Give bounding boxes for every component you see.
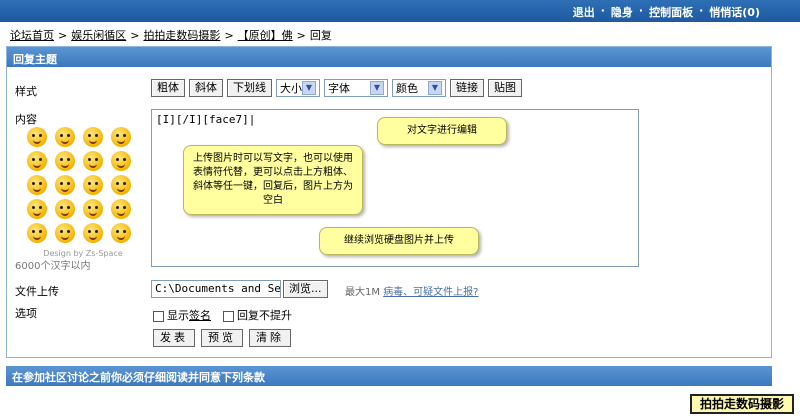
top-nav-bar: 退出 · 隐身 · 控制面板 · 悄悄话(0) xyxy=(0,0,800,22)
show-signature-option[interactable]: 显示签名 xyxy=(153,307,211,323)
upload-label: 文件上传 xyxy=(15,285,59,298)
content-text: [I][/I][face7] xyxy=(156,113,249,126)
file-hint: 最大1M 病毒、可疑文件上报? xyxy=(345,283,479,298)
top-links: 退出 · 隐身 · 控制面板 · 悄悄话(0) xyxy=(572,4,760,20)
smiley-icon[interactable] xyxy=(83,175,103,195)
smiley-icon[interactable] xyxy=(27,127,47,147)
style-label: 样式 xyxy=(15,85,37,98)
reply-options: 显示签名 回复不提升 xyxy=(153,307,292,323)
control-panel-link[interactable]: 控制面板 xyxy=(649,4,693,20)
smiley-icon[interactable] xyxy=(27,175,47,195)
format-toolbar: 粗体 斜体 下划线 大小 ▼ 字体 ▼ 颜色 ▼ 链接 贴图 xyxy=(151,79,522,97)
logout-link[interactable]: 退出 xyxy=(573,4,595,20)
font-select-value: 字体 xyxy=(328,82,350,95)
report-virus-link[interactable]: 病毒、可疑文件上报? xyxy=(383,287,478,298)
chevron-down-icon: ▼ xyxy=(302,81,316,95)
breadcrumb-section[interactable]: 娱乐闲循区 xyxy=(71,27,126,43)
continue-callout: 继续浏览硬盘图片并上传 xyxy=(319,227,479,255)
terms-text-fragment xyxy=(6,392,686,406)
color-select-value: 颜色 xyxy=(396,82,418,95)
smiley-icon[interactable] xyxy=(83,151,103,171)
chevron-down-icon: ▼ xyxy=(428,81,442,95)
action-buttons: 发表 预览 清除 xyxy=(153,329,291,347)
edit-callout: 对文字进行编辑 xyxy=(377,117,507,145)
smiley-icon[interactable] xyxy=(111,199,131,219)
smiley-icon[interactable] xyxy=(55,223,75,243)
color-select[interactable]: 颜色 ▼ xyxy=(392,79,446,97)
terms-bar: 在参加社区讨论之前你必须仔细阅读并同意下列条款 xyxy=(6,366,772,386)
smiley-icon[interactable] xyxy=(27,223,47,243)
preview-button[interactable]: 预览 xyxy=(201,329,243,347)
smiley-icon[interactable] xyxy=(55,151,75,171)
breadcrumb-current: 回复 xyxy=(309,29,332,42)
invisible-link[interactable]: 隐身 xyxy=(611,4,633,20)
no-bump-option[interactable]: 回复不提升 xyxy=(223,307,292,323)
italic-button[interactable]: 斜体 xyxy=(189,79,223,97)
smiley-icon[interactable] xyxy=(111,175,131,195)
panel-title: 回复主题 xyxy=(7,47,771,67)
watermark-badge: 拍拍走数码摄影 xyxy=(690,394,794,414)
post-button[interactable]: 发表 xyxy=(153,329,195,347)
breadcrumb-topic[interactable]: 【原创】佛 xyxy=(238,27,293,43)
emoji-panel: Design by Zs-Space xyxy=(21,125,145,258)
smiley-icon[interactable] xyxy=(83,223,103,243)
breadcrumb: 论坛首页 > 娱乐闲循区 > 拍拍走数码摄影 > 【原创】佛 > 回复 xyxy=(10,27,332,43)
options-label: 选项 xyxy=(15,307,37,320)
size-select[interactable]: 大小 ▼ xyxy=(276,79,320,97)
smiley-icon[interactable] xyxy=(55,127,75,147)
bold-button[interactable]: 粗体 xyxy=(151,79,185,97)
smiley-icon[interactable] xyxy=(83,199,103,219)
smiley-icon[interactable] xyxy=(111,127,131,147)
messages-link[interactable]: 悄悄话(0) xyxy=(709,4,760,20)
underline-button[interactable]: 下划线 xyxy=(227,79,272,97)
smiley-icon[interactable] xyxy=(83,127,103,147)
image-button[interactable]: 贴图 xyxy=(488,79,522,97)
file-size-limit: 最大1M xyxy=(345,287,380,298)
file-path-field[interactable]: C:\Documents and Sett xyxy=(151,280,281,298)
smiley-icon[interactable] xyxy=(27,199,47,219)
size-select-value: 大小 xyxy=(280,82,302,95)
smiley-icon[interactable] xyxy=(27,151,47,171)
breadcrumb-forum[interactable]: 拍拍走数码摄影 xyxy=(143,27,220,43)
no-bump-label: 回复不提升 xyxy=(237,309,292,322)
link-button[interactable]: 链接 xyxy=(450,79,484,97)
char-limit-note: 6000个汉字以内 xyxy=(15,261,91,272)
smiley-icon[interactable] xyxy=(55,199,75,219)
show-signature-label: 显示 xyxy=(167,309,189,322)
smiley-icon[interactable] xyxy=(111,223,131,243)
breadcrumb-home[interactable]: 论坛首页 xyxy=(10,27,54,43)
browse-button[interactable]: 浏览... xyxy=(283,280,328,298)
reply-panel: 回复主题 样式 粗体 斜体 下划线 大小 ▼ 字体 ▼ 颜色 ▼ 链接 贴图 内容 xyxy=(6,46,772,358)
show-signature-checkbox[interactable] xyxy=(153,310,164,322)
upload-tip-callout: 上传图片时可以写文字，也可以使用表情符代替，更可以点击上方粗体、斜体等任一键，回… xyxy=(183,145,363,215)
signature-link[interactable]: 签名 xyxy=(189,309,211,322)
font-select[interactable]: 字体 ▼ xyxy=(324,79,388,97)
no-bump-checkbox[interactable] xyxy=(223,310,234,322)
smiley-icon[interactable] xyxy=(111,151,131,171)
chevron-down-icon: ▼ xyxy=(370,81,384,95)
smiley-icon[interactable] xyxy=(55,175,75,195)
clear-button[interactable]: 清除 xyxy=(249,329,291,347)
